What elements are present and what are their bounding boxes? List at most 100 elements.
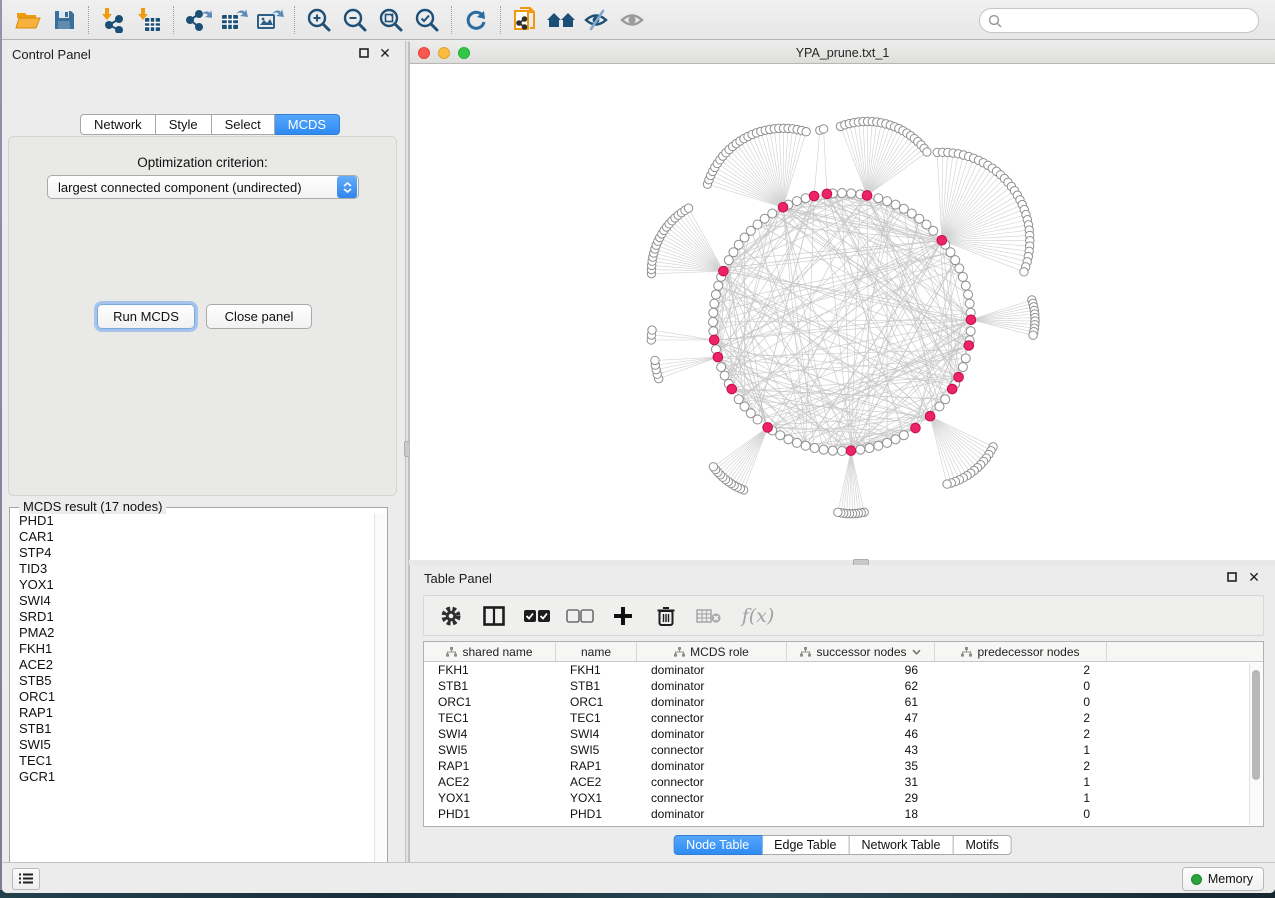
mcds-node[interactable]: PHD1 <box>11 513 373 529</box>
network-leaf-node[interactable] <box>819 125 827 133</box>
mcds-node[interactable]: SWI5 <box>11 737 373 753</box>
tab-style[interactable]: Style <box>156 114 212 135</box>
mcds-node[interactable]: YOX1 <box>11 577 373 593</box>
maximize-window-icon[interactable] <box>458 47 470 59</box>
network-leaf-node[interactable] <box>834 508 842 516</box>
mcds-node[interactable]: STB1 <box>11 721 373 737</box>
network-node[interactable] <box>720 371 729 380</box>
table-row[interactable]: YOX1YOX1connector291 <box>424 790 1249 806</box>
network-node[interactable] <box>874 441 883 450</box>
import-table-button[interactable] <box>131 3 167 37</box>
network-node[interactable] <box>929 226 938 235</box>
new-network-from-selection-button[interactable] <box>507 3 543 37</box>
mcds-hub-node[interactable] <box>966 315 976 325</box>
table-scrollbar[interactable] <box>1249 663 1262 825</box>
table-row[interactable]: STB1STB1dominator620 <box>424 678 1249 694</box>
tab-edge-table[interactable]: Edge Table <box>762 835 849 855</box>
mcds-hub-node[interactable] <box>937 235 947 245</box>
network-node[interactable] <box>776 431 785 440</box>
network-node[interactable] <box>899 431 908 440</box>
mcds-node[interactable]: PMA2 <box>11 625 373 641</box>
table-row[interactable]: FKH1FKH1dominator962 <box>424 662 1249 678</box>
network-leaf-node[interactable] <box>651 356 659 364</box>
network-node[interactable] <box>819 445 828 454</box>
network-graph[interactable] <box>410 64 1275 560</box>
network-node[interactable] <box>709 308 718 317</box>
network-node[interactable] <box>724 256 733 265</box>
network-node[interactable] <box>961 281 970 290</box>
network-node[interactable] <box>899 204 908 213</box>
mcds-node[interactable]: TID3 <box>11 561 373 577</box>
network-node[interactable] <box>874 194 883 203</box>
network-leaf-node[interactable] <box>709 463 717 471</box>
mcds-node[interactable]: TEC1 <box>11 753 373 769</box>
export-image-button[interactable] <box>252 3 288 37</box>
network-node[interactable] <box>847 189 856 198</box>
table-row[interactable]: SWI5SWI5connector431 <box>424 742 1249 758</box>
network-node[interactable] <box>935 402 944 411</box>
export-network-button[interactable] <box>180 3 216 37</box>
tab-network-table[interactable]: Network Table <box>850 835 954 855</box>
mcds-hub-node[interactable] <box>778 202 788 212</box>
table-row[interactable]: SWI4SWI4dominator462 <box>424 726 1249 742</box>
network-node[interactable] <box>768 209 777 218</box>
network-leaf-node[interactable] <box>648 326 656 334</box>
mcds-hub-node[interactable] <box>964 341 974 351</box>
optimization-criterion-select[interactable]: largest connected component (undirected) <box>47 175 359 199</box>
network-node[interactable] <box>865 444 874 453</box>
zoom-selected-button[interactable] <box>409 3 445 37</box>
zoom-out-button[interactable] <box>337 3 373 37</box>
mcds-node[interactable]: STP4 <box>11 545 373 561</box>
network-leaf-node[interactable] <box>802 128 810 136</box>
mcds-list-scrollbar[interactable] <box>374 513 386 876</box>
tab-network[interactable]: Network <box>80 114 156 135</box>
table-row[interactable]: TEC1TEC1connector472 <box>424 710 1249 726</box>
tab-motifs[interactable]: Motifs <box>953 835 1011 855</box>
first-neighbors-button[interactable] <box>543 3 579 37</box>
network-node[interactable] <box>792 438 801 447</box>
network-node[interactable] <box>951 256 960 265</box>
network-node[interactable] <box>717 363 726 372</box>
network-node[interactable] <box>801 194 810 203</box>
mcds-hub-node[interactable] <box>862 191 872 201</box>
network-node[interactable] <box>838 447 847 456</box>
float-panel-icon[interactable] <box>357 46 371 60</box>
network-node[interactable] <box>891 435 900 444</box>
network-node[interactable] <box>955 264 964 273</box>
table-row[interactable]: PHD1PHD1dominator180 <box>424 806 1249 822</box>
network-node[interactable] <box>883 438 892 447</box>
zoom-in-button[interactable] <box>301 3 337 37</box>
close-window-icon[interactable] <box>418 47 430 59</box>
network-node[interactable] <box>734 395 743 404</box>
network-node[interactable] <box>810 444 819 453</box>
mcds-node[interactable]: STB5 <box>11 673 373 689</box>
table-row[interactable]: RAP1RAP1dominator352 <box>424 758 1249 774</box>
close-panel-button[interactable]: Close panel <box>206 304 312 329</box>
mcds-hub-node[interactable] <box>846 446 856 456</box>
close-panel-icon[interactable]: ✕ <box>378 46 392 60</box>
new-column-button[interactable] <box>606 600 640 632</box>
select-all-button[interactable] <box>520 600 554 632</box>
zoom-fit-button[interactable] <box>373 3 409 37</box>
network-node[interactable] <box>965 299 974 308</box>
mcds-node[interactable]: RAP1 <box>11 705 373 721</box>
mcds-node[interactable]: FKH1 <box>11 641 373 657</box>
open-session-button[interactable] <box>10 3 46 37</box>
mcds-hub-node[interactable] <box>925 411 935 421</box>
column-header-successor-nodes[interactable]: successor nodes <box>787 642 935 661</box>
show-column-button[interactable] <box>477 600 511 632</box>
network-node[interactable] <box>891 200 900 209</box>
network-node[interactable] <box>946 248 955 257</box>
mcds-node[interactable]: ORC1 <box>11 689 373 705</box>
task-history-button[interactable] <box>12 868 40 890</box>
show-all-button[interactable] <box>615 3 651 37</box>
tab-mcds[interactable]: MCDS <box>275 114 340 135</box>
import-network-button[interactable] <box>95 3 131 37</box>
mcds-hub-node[interactable] <box>911 423 921 433</box>
deselect-all-button[interactable] <box>563 600 597 632</box>
mcds-node[interactable]: CAR1 <box>11 529 373 545</box>
hide-selected-button[interactable] <box>579 3 615 37</box>
mcds-node[interactable]: GCR1 <box>11 769 373 785</box>
mcds-node[interactable]: SWI4 <box>11 593 373 609</box>
apply-layout-button[interactable] <box>458 3 494 37</box>
